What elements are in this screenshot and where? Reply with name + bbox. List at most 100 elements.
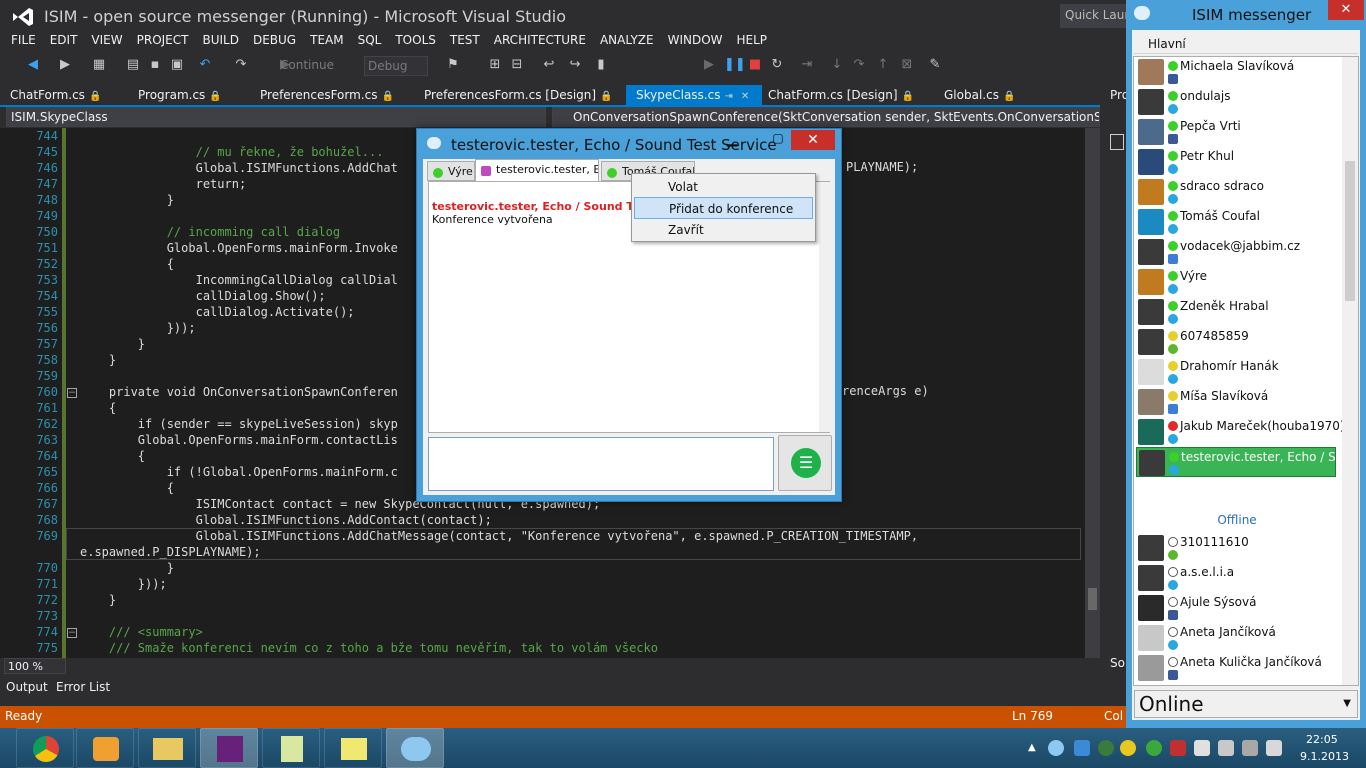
media-player-button[interactable] [76,728,134,768]
dropbox-icon[interactable] [1074,740,1090,756]
menu-test[interactable]: TEST [443,30,487,52]
network-icon[interactable] [1242,740,1258,756]
clock-date[interactable]: 9.1.2013 [1300,750,1349,763]
contact-item[interactable]: Aneta Kulička Jančíková [1136,653,1336,683]
quick-launch-input[interactable]: Quick Launch [1060,4,1126,28]
menu-view[interactable]: VIEW [84,30,129,52]
contact-item[interactable]: vodacek@jabbim.cz [1136,237,1336,267]
volume-icon[interactable] [1266,740,1282,756]
conv-tab-vyre[interactable]: Výre [427,161,475,181]
tools-icon[interactable]: ✎ [926,56,944,74]
sync-icon[interactable] [1194,740,1210,756]
menu-project[interactable]: PROJECT [130,30,196,52]
run-icon[interactable]: ▶ [700,56,718,74]
editor-vertical-scrollbar[interactable] [1085,128,1100,658]
menu-debug[interactable]: DEBUG [246,30,303,52]
close-icon[interactable]: ✕ [741,91,749,102]
new-project-icon[interactable]: ▦ [90,56,108,74]
maximize-button[interactable]: ▢ [765,131,791,151]
collapse-icon[interactable]: − [67,628,77,638]
tab-preferencesform-cs[interactable]: PreferencesForm.cs 🔒 [250,85,402,105]
tab-skypeclass-cs[interactable]: SkypeClass.cs ⇥ ✕ [626,85,762,105]
message-input[interactable] [428,437,774,491]
save-icon[interactable]: ▪ [146,56,164,74]
contact-list[interactable]: Michaela Slavíková ondulajs Pepča Vrti Petr… [1133,56,1359,686]
conv-tab-testerovic[interactable]: testerovic.tester, E... [475,159,599,181]
contact-item[interactable]: a.s.e.l.i.a [1136,563,1336,593]
contact-item[interactable]: 607485859 [1136,327,1336,357]
member-dropdown[interactable]: OnConversationSpawnConference(SktConvers… [552,107,1100,127]
restart-icon[interactable]: ↻ [768,56,786,74]
tab-chatform-design[interactable]: ChatForm.cs [Design] 🔒 [758,85,922,105]
contact-list-scroll-thumb[interactable] [1345,161,1355,301]
menu-file[interactable]: FILE [4,30,43,52]
editor-horizontal-scrollbar[interactable] [70,658,1100,672]
status-select[interactable]: Online ▼ [1134,690,1358,718]
visual-studio-button[interactable] [200,728,258,768]
send-button[interactable]: ☰ [778,435,832,491]
menu-help[interactable]: HELP [730,30,775,52]
windows-icon[interactable]: ⊟ [508,56,526,74]
editor-scroll-thumb[interactable] [1088,588,1097,610]
solution-config-select[interactable]: Debug [364,56,428,76]
notepad-button[interactable] [262,728,320,768]
contact-item[interactable]: testerovic.tester, Echo / Sound [1136,447,1358,477]
tab-preferencesform-design[interactable]: PreferencesForm.cs [Design] 🔒 [414,85,621,105]
step-out-icon[interactable]: ↑ [874,56,892,74]
explorer-button[interactable] [138,728,196,768]
stop-icon[interactable]: ■ [746,56,764,74]
antivirus-icon[interactable] [1170,740,1186,756]
step-into-icon[interactable]: ↓ [828,56,846,74]
back-icon[interactable]: ◀ [24,56,42,74]
contact-list-scrollbar[interactable] [1342,57,1358,685]
isim-tray-icon[interactable] [1048,740,1064,756]
tab-global-cs[interactable]: Global.cs 🔒 [934,85,1023,105]
tab-output[interactable]: Output [6,680,48,694]
properties-icon[interactable] [1110,134,1124,150]
menu-build[interactable]: BUILD [195,30,245,52]
continue-button[interactable]: Continue [280,58,334,72]
tab-error-list[interactable]: Error List [56,680,110,694]
contact-item[interactable]: ondulajs [1136,87,1336,117]
contact-item[interactable]: Ajule Sýsová [1136,593,1336,623]
chat-app-icon[interactable] [1120,740,1136,756]
contact-item[interactable]: Drahomír Hanák [1136,357,1336,387]
menu-sql[interactable]: SQL [351,30,389,52]
menu-team[interactable]: TEAM [303,30,350,52]
contact-item[interactable]: Výre [1136,267,1336,297]
forward-icon[interactable]: ▶ [56,56,74,74]
class-dropdown[interactable]: ISIM.SkypeClass [6,107,546,127]
contact-item[interactable]: Tomáš Coufal [1136,207,1336,237]
contact-item[interactable]: Jakub Mareček(houba1970) [1136,417,1345,447]
contact-item[interactable]: Michaela Slavíková [1136,57,1336,87]
menu-analyze[interactable]: ANALYZE [593,30,661,52]
contact-item[interactable]: 310111610 [1136,533,1336,563]
contact-item[interactable]: sdraco sdraco [1136,177,1336,207]
tab-chatform-cs[interactable]: ChatForm.cs 🔒 [0,85,109,105]
menu-architecture[interactable]: ARCHITECTURE [487,30,593,52]
open-file-icon[interactable]: ▤ [124,56,142,74]
clock-time[interactable]: 22:05 [1306,733,1338,746]
sticky-notes-button[interactable] [324,728,382,768]
contact-item[interactable]: Petr Khul [1136,147,1336,177]
menu-tools[interactable]: TOOLS [388,30,443,52]
step-over-icon[interactable]: ↷ [850,56,868,74]
menu-item-call[interactable]: Volat [634,176,813,198]
network-app-icon[interactable] [1098,740,1114,756]
show-next-icon[interactable]: ⇥ [798,56,816,74]
undo-icon[interactable]: ↶ [196,56,214,74]
chrome-app-button[interactable] [16,728,74,768]
redo-icon[interactable]: ↷ [232,56,250,74]
hex-icon[interactable]: ⊠ [898,56,916,74]
contact-item[interactable]: Pepča Vrti [1136,117,1336,147]
contact-item[interactable]: Zdeněk Hrabal [1136,297,1336,327]
zoom-level-select[interactable]: 100 % [4,658,66,674]
contact-item[interactable]: anhelo14 [1136,683,1336,685]
save-all-icon[interactable]: ▣ [168,56,186,74]
attach-icon[interactable]: ⚑ [444,56,462,74]
bookmark-icon[interactable]: ▮ [592,56,610,74]
log-scrollbar[interactable] [819,182,830,432]
menu-item-add-to-conference[interactable]: Přidat do konference [634,197,813,219]
show-hidden-icons-icon[interactable]: ▲ [1028,742,1036,753]
utorrent-icon[interactable] [1146,740,1162,756]
